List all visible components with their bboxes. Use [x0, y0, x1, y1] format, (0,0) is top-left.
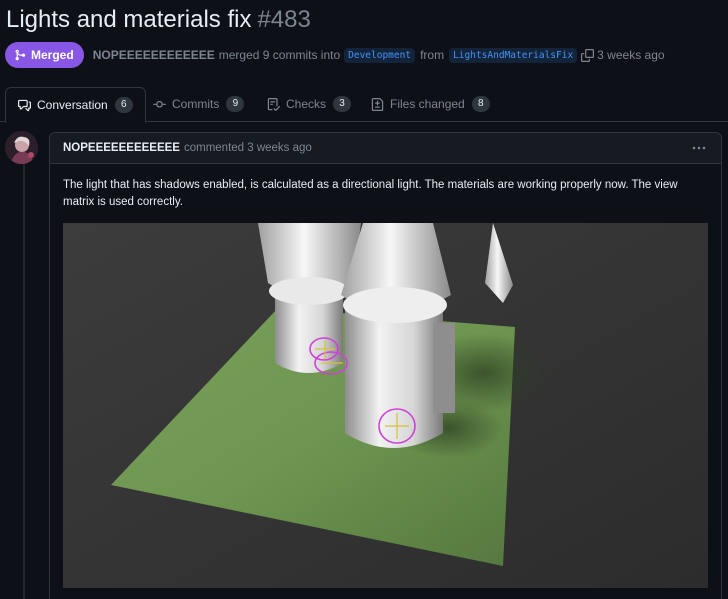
tab-checks-count: 3 [333, 96, 352, 112]
pr-time: 3 weeks ago [597, 48, 665, 62]
pull-request-page: Lights and materials fix #483 Merged NOPE… [0, 0, 728, 599]
pr-title: Lights and materials fix #483 [6, 4, 311, 36]
tab-commits-label: Commits [172, 97, 220, 111]
comment-discussion-icon [18, 99, 31, 111]
pr-tabs: Conversation 6 Commits 9 Checks 3 Files … [0, 87, 728, 123]
comment-image[interactable] [63, 223, 708, 588]
checklist-icon [267, 97, 280, 111]
tab-files-changed[interactable]: Files changed 8 [371, 87, 490, 121]
pr-meta: Merged NOPEEEEEEEEEEEE merged 9 commits … [5, 42, 665, 68]
tab-files-changed-count: 8 [471, 96, 490, 112]
tab-commits[interactable]: Commits 9 [153, 87, 245, 121]
pr-number: #483 [257, 6, 311, 33]
comment-meta: commented 3 weeks ago [183, 142, 312, 154]
pr-author-link[interactable]: NOPEEEEEEEEEEEE [93, 48, 215, 62]
tab-conversation-label: Conversation [37, 98, 108, 112]
kebab-menu-icon[interactable] [691, 141, 707, 155]
base-branch[interactable]: Development [344, 47, 416, 63]
comment-body: The light that has shadows enabled, is c… [63, 179, 678, 208]
from-text: from [420, 48, 445, 62]
git-merge-icon [15, 49, 26, 61]
timeline-line [23, 160, 25, 599]
comment-header: NOPEEEEEEEEEEEE commented 3 weeks ago [50, 133, 721, 164]
tab-conversation[interactable]: Conversation 6 [5, 87, 146, 123]
comment-box: NOPEEEEEEEEEEEE commented 3 weeks ago Th… [49, 132, 722, 599]
avatar[interactable] [5, 131, 38, 164]
merged-text: merged 9 commits into [218, 48, 341, 62]
tab-checks[interactable]: Checks 3 [267, 87, 352, 121]
tab-conversation-count: 6 [114, 97, 133, 113]
file-diff-icon [371, 97, 384, 111]
tab-files-changed-label: Files changed [390, 97, 465, 111]
head-branch[interactable]: LightsAndMaterialsFix [449, 47, 578, 63]
merged-badge: Merged [5, 42, 84, 68]
git-commit-icon [153, 100, 166, 108]
copy-icon[interactable] [581, 48, 595, 62]
pr-title-text: Lights and materials fix [6, 6, 252, 33]
comment-author-link[interactable]: NOPEEEEEEEEEEEE [63, 142, 180, 154]
tab-checks-label: Checks [286, 97, 327, 111]
tab-commits-count: 9 [226, 96, 245, 112]
merged-badge-label: Merged [31, 48, 74, 62]
